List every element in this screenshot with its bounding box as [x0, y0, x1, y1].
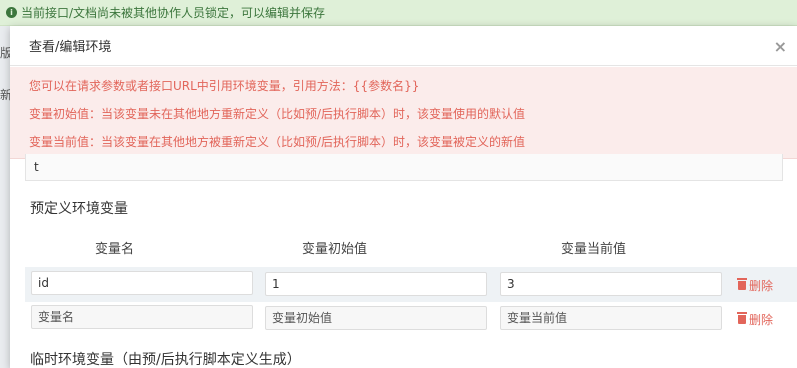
new-variable-name-input[interactable]: [31, 305, 253, 329]
column-header-initial: 变量初始值: [302, 242, 368, 257]
variable-name-input[interactable]: [31, 271, 253, 295]
delete-label: 删除: [749, 313, 774, 327]
hint-line: 变量初始值：当该变量未在其他地方重新定义（比如预/后执行脚本）时，该变量使用的默…: [29, 107, 526, 121]
delete-new-row-button[interactable]: 删除: [737, 311, 774, 328]
column-header-current: 变量当前值: [561, 242, 627, 257]
edit-environment-modal: 查看/编辑环境 × 您可以在请求参数或者接口URL中引用环境变量，引用方法：{{…: [10, 26, 797, 368]
temporary-variables-title: 临时环境变量（由预/后执行脚本定义生成）: [30, 352, 301, 368]
trash-icon: [737, 312, 747, 324]
variable-current-input[interactable]: [500, 272, 722, 296]
column-header-name: 变量名: [95, 242, 135, 257]
info-icon: i: [6, 7, 17, 18]
delete-row-button[interactable]: 删除: [737, 277, 774, 294]
close-icon[interactable]: ×: [774, 37, 787, 56]
lock-status-text: 当前接口/文档尚未被其他协作人员锁定，可以编辑并保存: [21, 6, 326, 20]
usage-hint-alert: 您可以在请求参数或者接口URL中引用环境变量，引用方法：{{参数名}} 变量初始…: [10, 67, 797, 159]
trash-icon: [737, 278, 747, 290]
environment-field[interactable]: t: [25, 154, 783, 181]
hint-line: 您可以在请求参数或者接口URL中引用环境变量，引用方法：{{参数名}}: [29, 79, 420, 93]
background-fragment: 版: [0, 46, 10, 60]
predefined-variables-title: 预定义环境变量: [30, 201, 128, 217]
variable-initial-input[interactable]: [265, 272, 487, 296]
hint-line: 变量当前值：当该变量在其他地方被重新定义（比如预/后执行脚本）时，该变量被定义的…: [29, 135, 526, 149]
modal-title: 查看/编辑环境: [29, 40, 112, 55]
background-fragment: 新: [0, 88, 10, 102]
new-variable-current-input[interactable]: [500, 306, 722, 330]
delete-label: 删除: [749, 279, 774, 293]
lock-status-banner: i 当前接口/文档尚未被其他协作人员锁定，可以编辑并保存: [0, 0, 797, 26]
modal-header: 查看/编辑环境 ×: [10, 26, 797, 66]
new-variable-initial-input[interactable]: [265, 306, 487, 330]
